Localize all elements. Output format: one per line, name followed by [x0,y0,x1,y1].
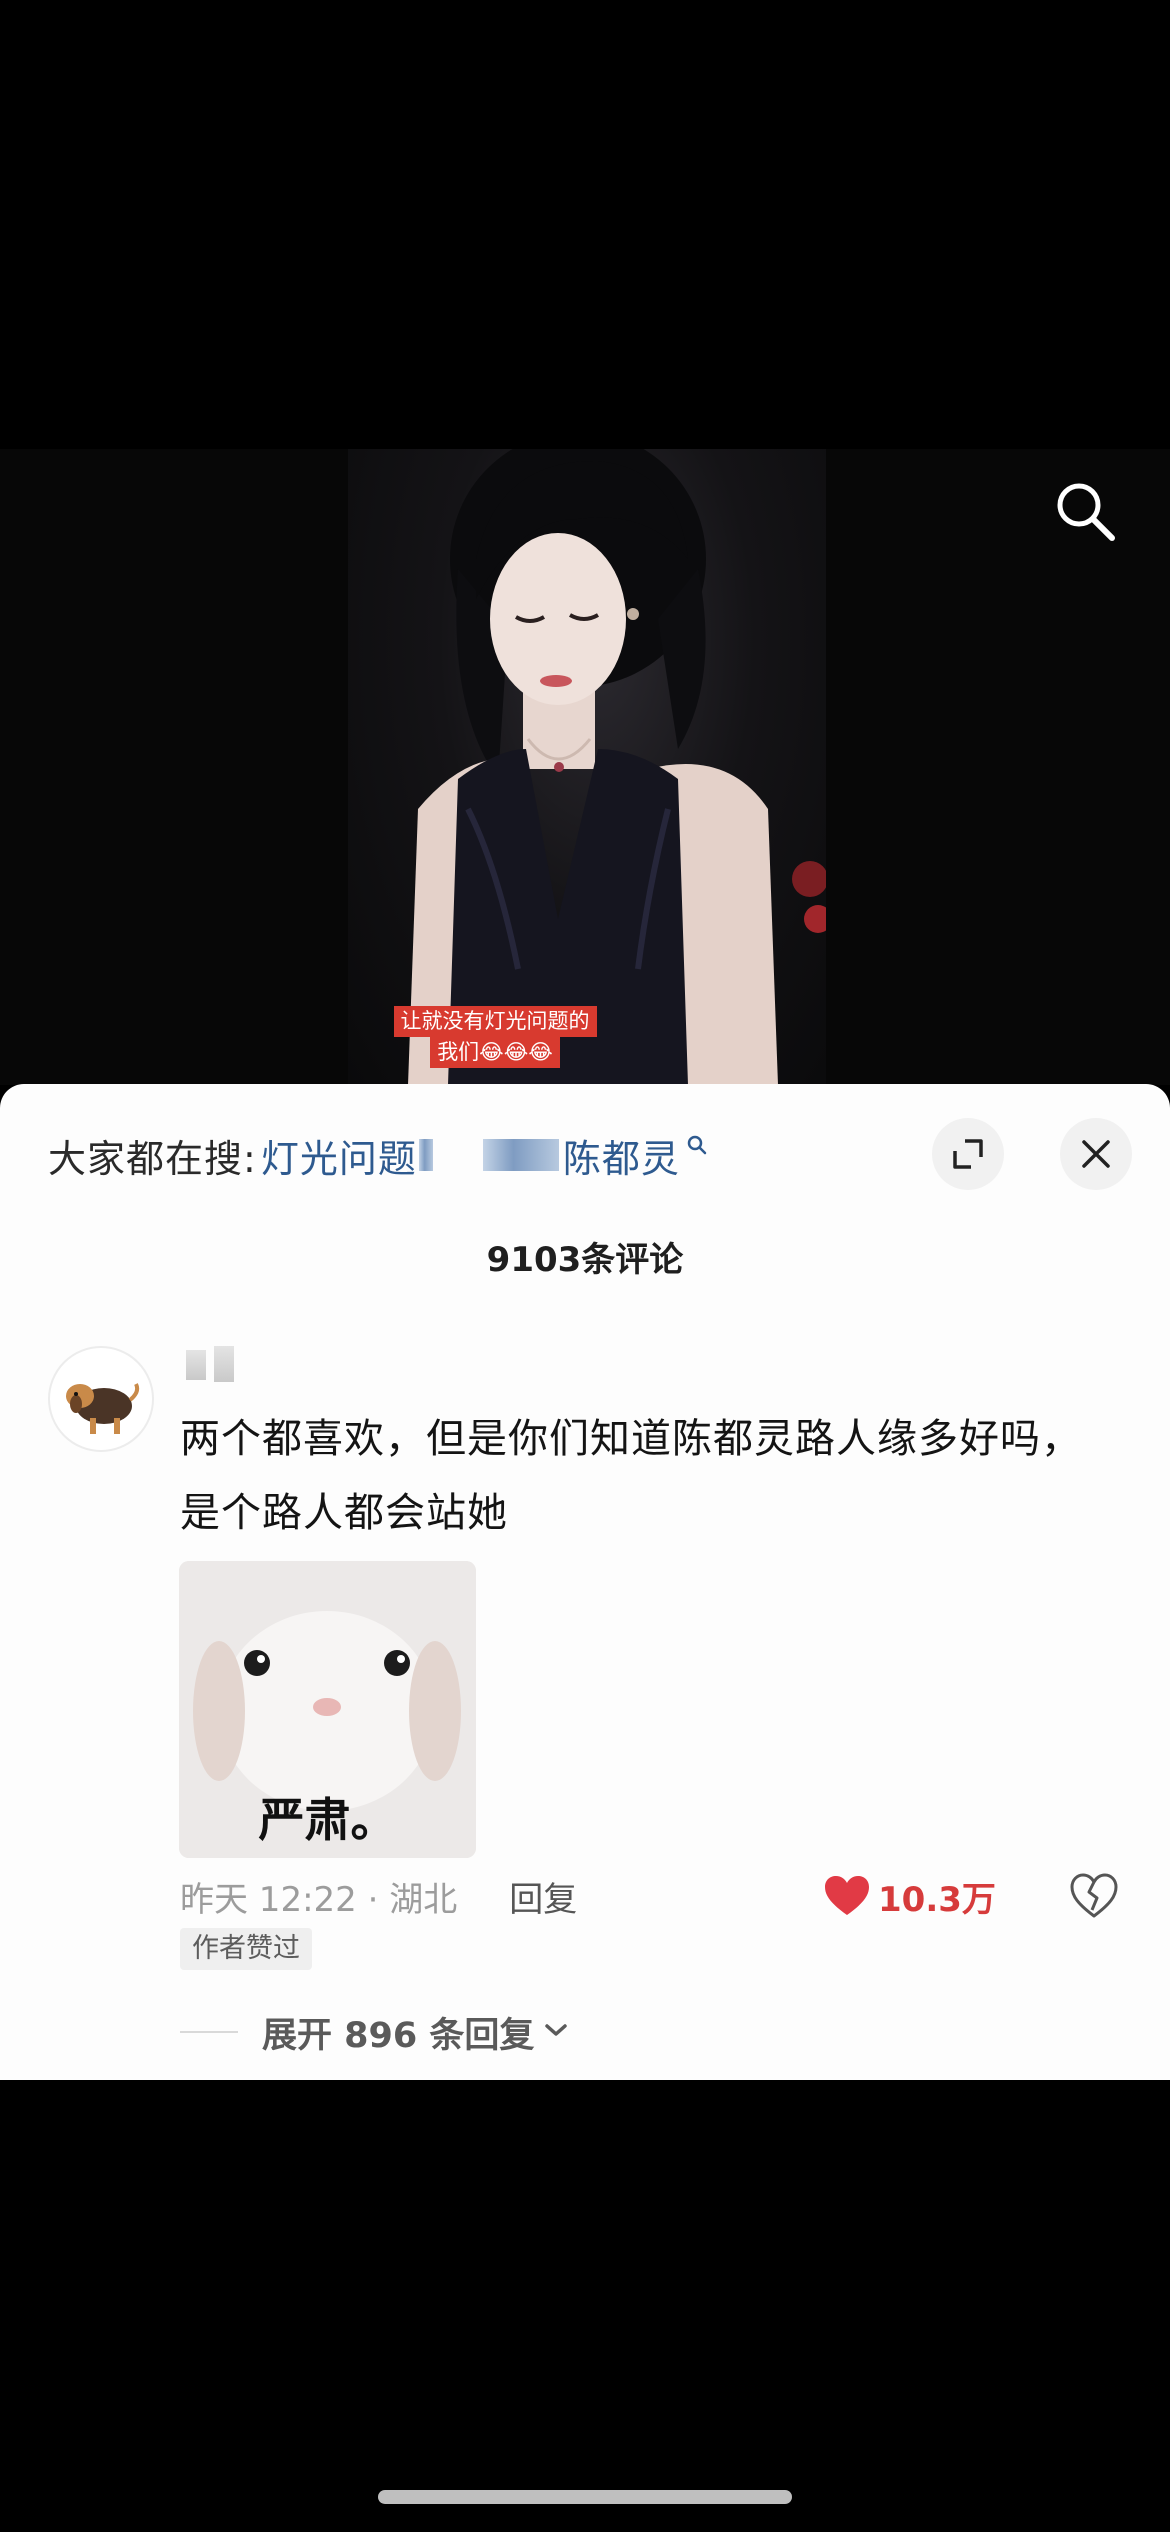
broken-heart-icon[interactable] [1068,1870,1120,1922]
expand-icon[interactable] [932,1118,1004,1190]
trending-search-term-1[interactable]: 灯光问题 [261,1128,417,1183]
search-icon[interactable] [1052,478,1118,544]
chevron-down-icon [544,2022,568,2042]
expand-replies-button[interactable]: 展开 896 条回复 [180,2002,568,2062]
like-count: 10.3万 [878,1879,996,1920]
blurred-text [186,1350,206,1380]
author-liked-badge: 作者赞过 [180,1928,312,1970]
expand-replies-label: 展开 896 条回复 [262,2015,535,2056]
like-button[interactable]: 10.3万 [824,1868,996,1924]
blurred-text [418,1139,433,1171]
close-icon[interactable] [1060,1118,1132,1190]
trending-search-prefix: 大家都在搜: [48,1136,257,1181]
comment-count: 9103条评论 [486,1240,684,1280]
blurred-text [482,1139,559,1171]
comment-sticker-image[interactable]: 严肃。 [179,1561,476,1858]
trending-search-term-2[interactable]: 陈都灵 [563,1128,680,1183]
subtitle-line-2: 我们😂😂😂 [430,1037,560,1068]
video-frame [348,449,826,1085]
small-search-icon [686,1134,708,1160]
comment-panel: 大家都在搜: 灯光问题 陈都灵 9103条评论 两个都喜欢，但是你们知道陈都灵路… [0,1084,1170,2080]
sticker-caption: 严肃。 [258,1793,397,1847]
heart-icon [825,1876,869,1915]
subtitle-line-1: 让就没有灯光问题的 [393,1006,597,1037]
dog-avatar-icon [66,1383,140,1434]
blurred-text [214,1346,234,1382]
comment-time-location: 昨天 12:22 · 湖北 [180,1879,458,1920]
username-blurred[interactable] [186,1346,246,1382]
home-indicator[interactable] [378,2490,792,2504]
video-woman-illustration [408,449,826,1085]
reply-button[interactable]: 回复 [509,1872,577,1921]
comment-text: 两个都喜欢，但是你们知道陈都灵路人缘多好吗，是个路人都会站她 [180,1416,1082,1536]
comment-meta: 昨天 12:22 · 湖北 回复 [180,1868,577,1924]
divider [180,2031,238,2033]
video-subtitle-box: 让就没有灯光问题的 我们😂😂😂 [376,1006,614,1068]
video-player[interactable] [0,449,1170,1085]
trending-search-bar[interactable]: 大家都在搜: 灯光问题 陈都灵 [48,1128,708,1183]
avatar[interactable] [48,1346,154,1452]
